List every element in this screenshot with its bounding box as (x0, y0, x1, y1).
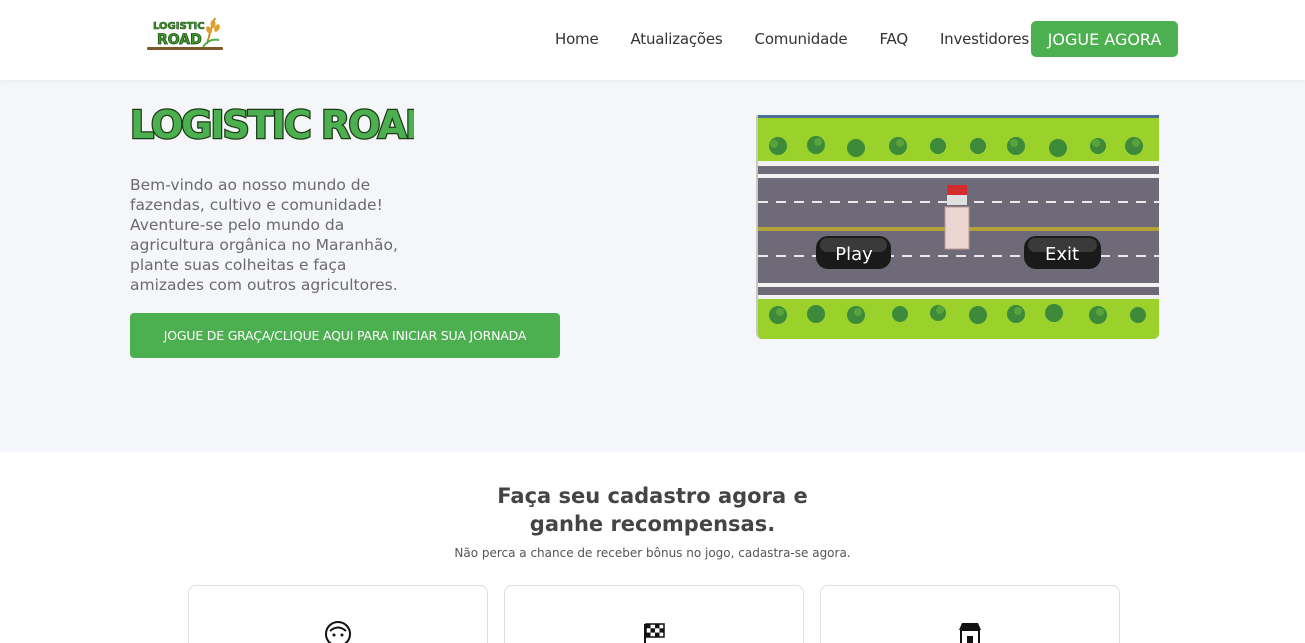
face-icon (324, 620, 352, 643)
nav-faq[interactable]: FAQ (879, 30, 908, 48)
game-play-button[interactable]: Play (835, 244, 873, 265)
signup-title-line1: Faça seu cadastro agora e (497, 484, 808, 508)
nav-investors[interactable]: Investidores (940, 30, 1029, 48)
svg-text:ROAD: ROAD (157, 32, 202, 48)
checkered-flag-icon (640, 620, 668, 643)
logo[interactable]: LOGISTIC ROAD (145, 14, 225, 52)
site-header: LOGISTIC ROAD Home Atualizações Comunida… (0, 0, 1305, 80)
signup-title-line2: ganhe recompensas. (529, 512, 776, 536)
nav-community[interactable]: Comunidade (755, 30, 848, 48)
reward-card-1[interactable] (188, 585, 488, 643)
signup-title: Faça seu cadastro agora e ganhe recompen… (0, 482, 1305, 538)
game-exit-button[interactable]: Exit (1045, 244, 1079, 265)
hero-description: Bem-vindo ao nosso mundo de fazendas, cu… (130, 176, 398, 294)
svg-text:LOGISTIC ROAD: LOGISTIC ROAD (130, 103, 414, 146)
hero-section: LOGISTIC ROAD Bem-vindo ao nosso mundo d… (0, 80, 1305, 452)
play-now-button[interactable]: JOGUE AGORA (1031, 21, 1178, 57)
game-preview[interactable]: Play Exit (756, 115, 1159, 339)
reward-card-3[interactable] (820, 585, 1120, 643)
start-journey-button[interactable]: JOGUE DE GRAÇA/CLIQUE AQUI PARA INICIAR … (130, 313, 560, 358)
signup-subtitle: Não perca a chance de receber bônus no j… (454, 546, 851, 560)
reward-card-2[interactable] (504, 585, 804, 643)
nav-updates[interactable]: Atualizações (631, 30, 723, 48)
svg-text:LOGISTIC: LOGISTIC (153, 21, 205, 32)
store-icon (956, 620, 984, 643)
nav-home[interactable]: Home (555, 30, 599, 48)
main-nav: Home Atualizações Comunidade FAQ Investi… (555, 0, 1053, 78)
hero-title-logo: LOGISTIC ROAD (128, 98, 438, 149)
